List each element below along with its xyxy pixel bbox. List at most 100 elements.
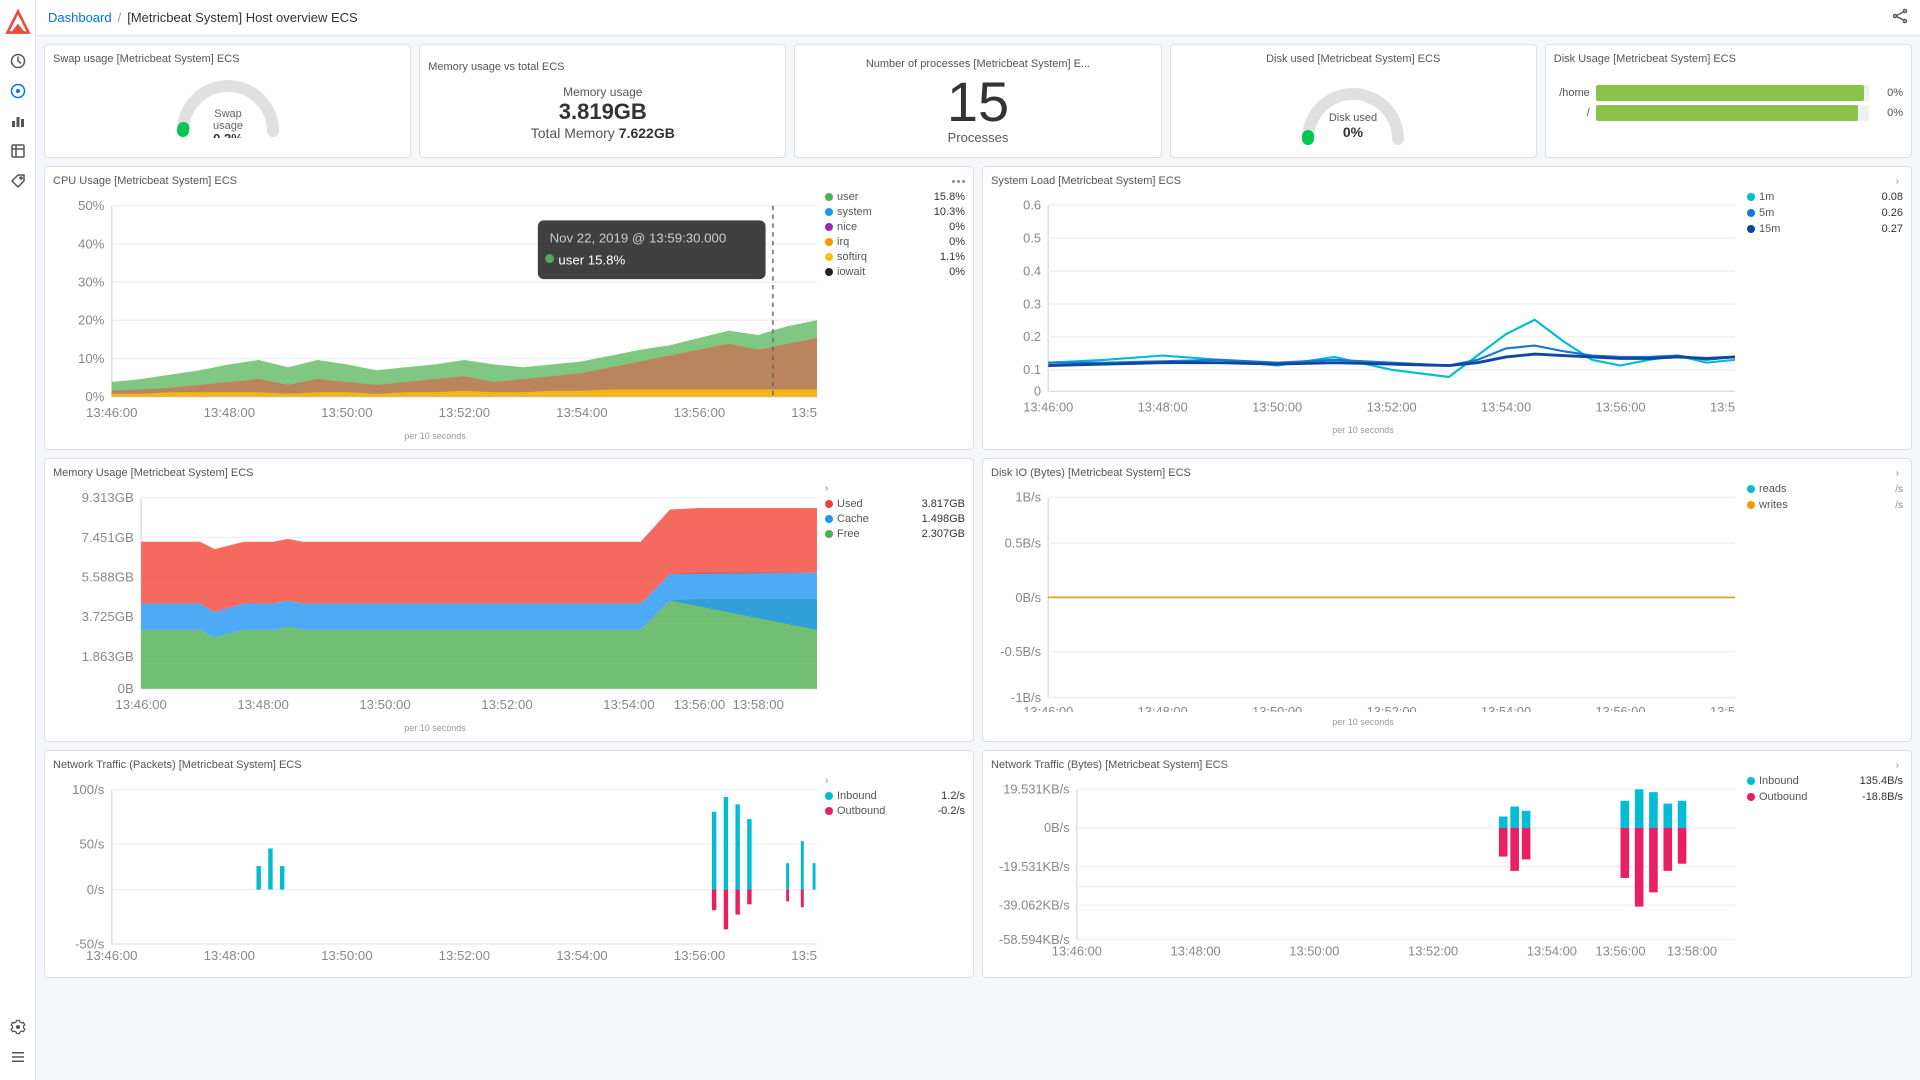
breadcrumb-sep: / (118, 10, 122, 25)
net-bytes-chart-area: 19.531KB/s 0B/s -19.531KB/s -39.062KB/s … (991, 775, 1735, 964)
sysload-1m: 1m 0.08 (1747, 191, 1903, 203)
share-icon[interactable] (1892, 8, 1908, 27)
softirq-value: 1.1% (940, 251, 965, 263)
bar-chart-icon[interactable] (7, 110, 29, 132)
net-bytes-outbound: Outbound -18.8B/s (1747, 791, 1903, 803)
svg-text:0%: 0% (1343, 124, 1364, 140)
svg-text:100/s: 100/s (72, 782, 105, 797)
memory-usage-value: 3.819GB (428, 99, 777, 125)
clock-icon[interactable] (7, 50, 29, 72)
disk-used-card: Disk used [Metricbeat System] ECS Disk u… (1170, 44, 1537, 158)
inbound-dot (825, 792, 833, 800)
svg-text:0B/s: 0B/s (1044, 820, 1070, 835)
disk-bars: /home 0% / 0% (1554, 77, 1903, 121)
svg-text:13:48:00: 13:48:00 (204, 405, 255, 420)
net-bytes-card: Network Traffic (Bytes) [Metricbeat Syst… (982, 750, 1912, 978)
svg-text:13:50:00: 13:50:00 (359, 697, 410, 712)
settings-icon[interactable] (7, 1016, 29, 1038)
reads-value: /s (1895, 484, 1903, 495)
svg-text:13:52:00: 13:52:00 (1367, 399, 1417, 414)
svg-text:50/s: 50/s (79, 837, 104, 852)
nice-dot (825, 223, 833, 231)
swap-gauge: Swap usage 0.2% (53, 69, 402, 142)
system-value: 10.3% (934, 206, 965, 218)
used-label: Used (837, 498, 918, 510)
svg-text:0.3: 0.3 (1023, 296, 1041, 311)
sysload-footer: per 10 seconds (991, 425, 1735, 435)
mem-chart-svg: 9.313GB 7.451GB 5.588GB 3.725GB 1.863GB … (53, 483, 817, 718)
svg-text:40%: 40% (78, 236, 105, 251)
user-dot (825, 193, 833, 201)
app-logo[interactable] (4, 8, 32, 36)
diskio-chart-svg: 1B/s 0.5B/s 0B/s -0.5B/s -1B/s 13:46:00 … (991, 483, 1735, 712)
cpu-chart-svg: 50% 40% 30% 20% 10% 0% 13:46:00 13:48:00… (53, 191, 817, 426)
free-value: 2.307GB (922, 528, 965, 540)
svg-text:13:56:00: 13:56:00 (1596, 704, 1646, 712)
breadcrumb-home[interactable]: Dashboard (48, 10, 112, 25)
swap-usage-card: Swap usage [Metricbeat System] ECS Swap … (44, 44, 411, 158)
cpu-legend-nice: nice 0% (825, 221, 965, 233)
svg-text:13:58:00: 13:58:00 (791, 405, 817, 420)
cpu-options-button[interactable] (952, 180, 965, 183)
svg-text:13:46:00: 13:46:00 (1052, 943, 1102, 958)
used-dot (825, 500, 833, 508)
1m-label: 1m (1759, 191, 1878, 203)
diskio-chart-title: Disk IO (Bytes) [Metricbeat System] ECS (991, 467, 1896, 479)
layers-icon[interactable] (7, 140, 29, 162)
compass-icon[interactable] (7, 80, 29, 102)
net-packets-chart-area: 100/s 50/s 0/s -50/s 13:46:00 13:48:00 1… (53, 775, 817, 969)
iowait-label: iowait (837, 266, 945, 278)
breadcrumb: Dashboard / [Metricbeat System] Host ove… (48, 10, 358, 25)
net-packets-outbound: Outbound -0.2/s (825, 805, 965, 817)
diskio-chart-card: Disk IO (Bytes) [Metricbeat System] ECS … (982, 458, 1912, 742)
net-bytes-expand-icon[interactable]: › (1896, 760, 1899, 771)
svg-text:13:52:00: 13:52:00 (439, 405, 490, 420)
svg-text:13:46:00: 13:46:00 (1023, 704, 1073, 712)
writes-dot (1747, 501, 1755, 509)
svg-text:13:52:00: 13:52:00 (1367, 704, 1417, 712)
sysload-15m: 15m 0.27 (1747, 223, 1903, 235)
svg-text:0: 0 (1034, 384, 1041, 399)
svg-text:0.1: 0.1 (1023, 362, 1041, 377)
sysload-expand-icon[interactable]: › (1896, 176, 1899, 187)
tag-icon[interactable] (7, 170, 29, 192)
svg-text:13:46:00: 13:46:00 (115, 697, 166, 712)
memory-total-value: 7.622GB (619, 125, 675, 141)
mem-legend-cache: Cache 1.498GB (825, 513, 965, 525)
topbar: Dashboard / [Metricbeat System] Host ove… (36, 0, 1920, 36)
svg-text:13:58:00: 13:58:00 (791, 948, 817, 963)
net-packets-legend-expand[interactable]: › (825, 775, 965, 786)
gauge-container: Swap usage 0.2% (173, 73, 283, 138)
nice-label: nice (837, 221, 945, 233)
svg-text:13:50:00: 13:50:00 (321, 405, 372, 420)
cpu-chart-header: CPU Usage [Metricbeat System] ECS (53, 175, 965, 187)
svg-text:13:58:00: 13:58:00 (1710, 399, 1735, 414)
processes-card: Number of processes [Metricbeat System] … (794, 44, 1161, 158)
used-value: 3.817GB (922, 498, 965, 510)
net-bytes-body: 19.531KB/s 0B/s -19.531KB/s -39.062KB/s … (991, 775, 1903, 964)
mem-diskio-row: Memory Usage [Metricbeat System] ECS (44, 458, 1912, 742)
svg-text:0/s: 0/s (87, 882, 105, 897)
diskio-reads: reads /s (1747, 483, 1903, 495)
5m-label: 5m (1759, 207, 1878, 219)
svg-text:30%: 30% (78, 274, 105, 289)
svg-text:13:54:00: 13:54:00 (1481, 704, 1531, 712)
sysload-chart-header: System Load [Metricbeat System] ECS › (991, 175, 1903, 187)
diskio-expand-icon[interactable]: › (1896, 468, 1899, 479)
15m-value: 0.27 (1882, 223, 1903, 235)
bytes-inbound-dot (1747, 777, 1755, 785)
svg-text:13:46:00: 13:46:00 (86, 948, 137, 963)
diskio-chart-body: 1B/s 0.5B/s 0B/s -0.5B/s -1B/s 13:46:00 … (991, 483, 1903, 727)
svg-text:13:58:00: 13:58:00 (732, 697, 783, 712)
diskio-footer: per 10 seconds (991, 717, 1735, 727)
iowait-dot (825, 268, 833, 276)
net-packets-header: Network Traffic (Packets) [Metricbeat Sy… (53, 759, 965, 771)
mem-legend-expand[interactable]: › (825, 483, 965, 494)
mem-chart-body: 9.313GB 7.451GB 5.588GB 3.725GB 1.863GB … (53, 483, 965, 733)
sidebar (0, 0, 36, 1080)
svg-text:13:52:00: 13:52:00 (481, 697, 532, 712)
svg-text:13:46:00: 13:46:00 (1023, 399, 1073, 414)
reads-dot (1747, 485, 1755, 493)
menu-icon[interactable] (7, 1046, 29, 1068)
disk-used-gauge: Disk used 0% (1293, 69, 1413, 149)
